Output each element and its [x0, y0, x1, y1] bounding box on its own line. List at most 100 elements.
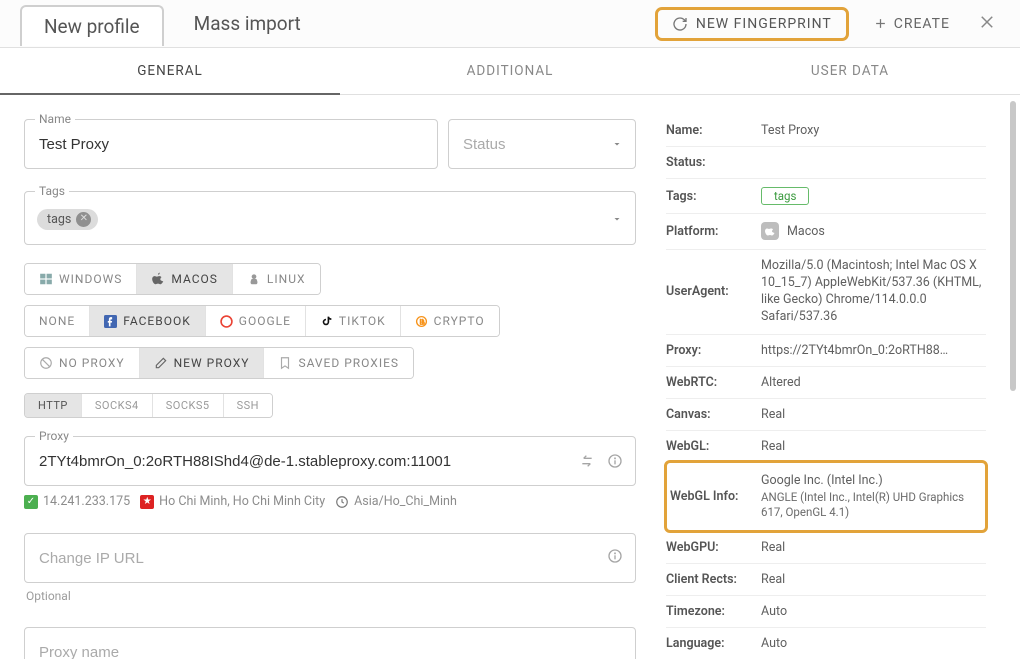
- summary-value: Real: [761, 398, 986, 430]
- apple-icon: [151, 272, 165, 286]
- tag-chip-label: tags: [47, 212, 71, 227]
- summary-row-status: Status:: [666, 147, 986, 179]
- proxy-location: ★ Ho Chi Minh, Ho Chi Minh City: [140, 494, 325, 509]
- tag-chip[interactable]: tags ✕: [37, 209, 98, 230]
- os-windows[interactable]: WINDOWS: [25, 264, 137, 294]
- refresh-icon: [672, 16, 688, 32]
- sub-tabs: GENERAL ADDITIONAL USER DATA: [0, 48, 1020, 95]
- status-input[interactable]: [461, 135, 611, 154]
- proxy-meta: ✓ 14.241.233.175 ★ Ho Chi Minh, Ho Chi M…: [24, 494, 636, 509]
- preset-google[interactable]: GOOGLE: [206, 306, 306, 336]
- summary-key: UserAgent:: [666, 250, 761, 335]
- new-fingerprint-button[interactable]: NEW FINGERPRINT: [655, 7, 849, 41]
- tab-mass-import[interactable]: Mass import: [172, 4, 323, 43]
- summary-key: WebGL Info:: [666, 462, 761, 531]
- tag-pill: tags: [761, 187, 809, 205]
- name-input[interactable]: [37, 135, 425, 154]
- proxy-input[interactable]: [37, 452, 579, 471]
- summary-key: Proxy:: [666, 334, 761, 366]
- tags-field[interactable]: Tags tags ✕: [24, 191, 636, 245]
- summary-row-client-rects: Client Rects:Real: [666, 563, 986, 595]
- subtab-additional[interactable]: ADDITIONAL: [340, 48, 680, 94]
- google-icon: [220, 315, 233, 328]
- swap-icon[interactable]: [579, 453, 595, 469]
- proxy-mode-saved-label: SAVED PROXIES: [298, 356, 399, 370]
- proxy-mode-saved[interactable]: SAVED PROXIES: [264, 348, 413, 378]
- summary-row-language: Language:Auto: [666, 627, 986, 659]
- preset-facebook[interactable]: FACEBOOK: [90, 306, 206, 336]
- summary-key: Tags:: [666, 179, 761, 214]
- new-fingerprint-label: NEW FINGERPRINT: [696, 16, 832, 32]
- summary-value: Auto: [761, 627, 986, 659]
- proxy-ip-value: 14.241.233.175: [43, 494, 130, 509]
- flag-icon: ★: [140, 495, 154, 509]
- summary-row-webgl: WebGL:Real: [666, 430, 986, 462]
- header-bar: New profile Mass import NEW FINGERPRINT …: [0, 0, 1020, 48]
- proxy-timezone: Asia/Ho_Chi_Minh: [335, 494, 457, 509]
- summary-value: Mozilla/5.0 (Macintosh; Intel Mac OS X 1…: [761, 250, 986, 335]
- proxy-name-input[interactable]: [37, 643, 623, 660]
- summary-value: Macos: [761, 214, 986, 250]
- summary-value: tags: [761, 179, 986, 214]
- os-macos[interactable]: MACOS: [137, 264, 233, 294]
- protocol-ssh[interactable]: SSH: [224, 394, 272, 417]
- tiktok-icon: [320, 315, 333, 328]
- summary-key: Client Rects:: [666, 563, 761, 595]
- info-icon[interactable]: [607, 548, 623, 564]
- proxy-ip: ✓ 14.241.233.175: [24, 494, 130, 509]
- proxy-mode-none[interactable]: NO PROXY: [25, 348, 140, 378]
- ban-icon: [39, 356, 53, 370]
- summary-row-tags: Tags:tags: [666, 179, 986, 214]
- close-icon: [978, 13, 996, 31]
- close-button[interactable]: [974, 9, 1000, 39]
- proxy-name-field[interactable]: [24, 627, 636, 659]
- summary-row-useragent: UserAgent:Mozilla/5.0 (Macintosh; Intel …: [666, 250, 986, 335]
- summary-row-webrtc: WebRTC:Altered: [666, 366, 986, 398]
- subtab-user-data[interactable]: USER DATA: [680, 48, 1020, 94]
- subtab-general[interactable]: GENERAL: [0, 48, 340, 94]
- preset-segment: NONE FACEBOOK GOOGLE TIKTOK CRYPTO: [24, 305, 500, 337]
- summary-key: Platform:: [666, 214, 761, 250]
- summary-key: Name:: [666, 115, 761, 147]
- proxy-mode-new-label: NEW PROXY: [174, 356, 250, 370]
- summary-key: Language:: [666, 627, 761, 659]
- protocol-socks4[interactable]: SOCKS4: [82, 394, 153, 417]
- summary-key: WebGPU:: [666, 531, 761, 563]
- protocol-socks5[interactable]: SOCKS5: [153, 394, 224, 417]
- check-badge-icon: ✓: [24, 495, 38, 509]
- name-field[interactable]: Name: [24, 119, 438, 169]
- os-windows-label: WINDOWS: [59, 272, 122, 286]
- protocol-http[interactable]: HTTP: [25, 394, 82, 417]
- preset-none[interactable]: NONE: [25, 306, 90, 336]
- summary-value: Test Proxy: [761, 115, 986, 147]
- preset-crypto[interactable]: CRYPTO: [401, 306, 499, 336]
- info-icon[interactable]: [607, 453, 623, 469]
- summary-value: Real: [761, 430, 986, 462]
- proxy-location-value: Ho Chi Minh, Ho Chi Minh City: [159, 494, 325, 509]
- tab-new-profile[interactable]: New profile: [20, 5, 164, 46]
- change-ip-input[interactable]: [37, 549, 607, 568]
- linux-icon: [247, 272, 261, 286]
- summary-key: WebRTC:: [666, 366, 761, 398]
- os-linux[interactable]: LINUX: [233, 264, 320, 294]
- summary-value: [761, 147, 986, 179]
- change-ip-helper: Optional: [26, 589, 634, 603]
- preset-tiktok[interactable]: TIKTOK: [306, 306, 401, 336]
- summary-row-webgl-info: WebGL Info:Google Inc. (Intel Inc.)ANGLE…: [666, 462, 986, 531]
- status-select[interactable]: [448, 119, 636, 169]
- tag-remove-icon[interactable]: ✕: [76, 212, 91, 227]
- windows-icon: [39, 272, 53, 286]
- summary-key: Status:: [666, 147, 761, 179]
- edit-icon: [154, 356, 168, 370]
- os-macos-label: MACOS: [171, 272, 218, 286]
- create-button[interactable]: CREATE: [863, 10, 960, 38]
- proxy-mode-segment: NO PROXY NEW PROXY SAVED PROXIES: [24, 347, 414, 379]
- proxy-mode-new[interactable]: NEW PROXY: [140, 348, 265, 378]
- proxy-field[interactable]: Proxy: [24, 436, 636, 486]
- scrollbar[interactable]: [1010, 101, 1016, 391]
- summary-value: Google Inc. (Intel Inc.)ANGLE (Intel Inc…: [761, 462, 986, 531]
- summary-row-timezone: Timezone:Auto: [666, 595, 986, 627]
- summary-key: Timezone:: [666, 595, 761, 627]
- change-ip-field[interactable]: [24, 533, 636, 583]
- preset-facebook-label: FACEBOOK: [123, 314, 191, 328]
